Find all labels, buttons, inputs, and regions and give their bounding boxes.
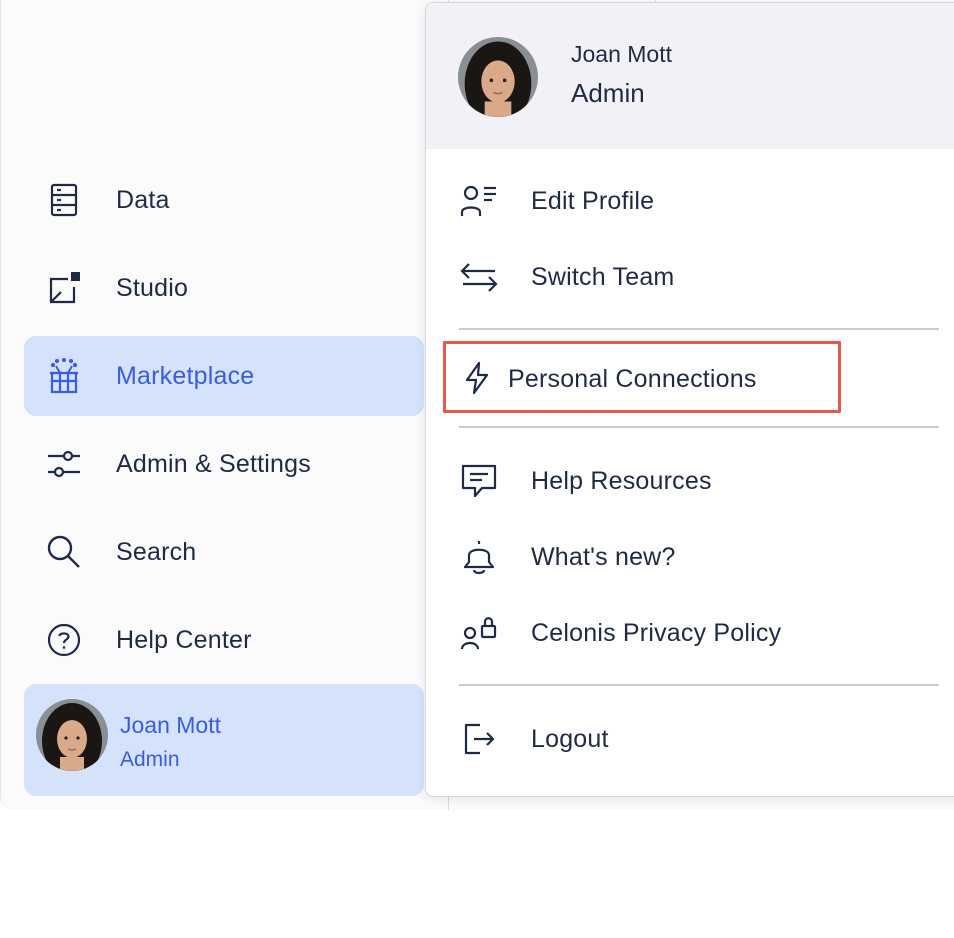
- menu-divider: [459, 426, 939, 428]
- menu-item-help-resources[interactable]: Help Resources: [459, 456, 712, 506]
- lightning-icon: [460, 361, 494, 395]
- search-icon: [46, 534, 82, 570]
- switch-arrows-icon: [459, 257, 499, 297]
- dropdown-header: Joan Mott Admin: [426, 3, 954, 149]
- menu-item-whats-new[interactable]: What's new?: [459, 532, 676, 582]
- menu-divider: [459, 328, 939, 330]
- menu-item-switch-team[interactable]: Switch Team: [459, 252, 674, 302]
- sidebar-item-label: Search: [116, 537, 197, 566]
- sidebar-item-admin-settings[interactable]: Admin & Settings: [24, 424, 424, 504]
- header-user-role: Admin: [571, 78, 645, 108]
- sidebar-item-label: Studio: [116, 273, 189, 302]
- menu-item-logout[interactable]: Logout: [459, 714, 609, 764]
- menu-divider: [459, 684, 939, 686]
- menu-item-label: Logout: [531, 724, 609, 753]
- sidebar-item-data[interactable]: Data: [24, 160, 424, 240]
- avatar: [36, 699, 108, 771]
- menu-item-label: Help Resources: [531, 466, 712, 495]
- menu-item-label: Personal Connections: [508, 365, 757, 393]
- sidebar-item-marketplace[interactable]: Marketplace: [24, 336, 424, 416]
- bell-icon: [459, 537, 499, 577]
- profile-dropdown-menu: Joan Mott Admin Edit Profile Switch Team: [425, 2, 954, 797]
- sliders-icon: [46, 446, 82, 482]
- header-user-name: Joan Mott: [571, 41, 672, 67]
- sidebar-item-label: Data: [116, 185, 170, 214]
- menu-item-label: Celonis Privacy Policy: [531, 618, 782, 647]
- logout-icon: [459, 719, 499, 759]
- edit-profile-icon: [459, 181, 499, 221]
- sidebar-item-label: Help Center: [116, 625, 252, 654]
- question-circle-icon: [46, 622, 82, 658]
- sidebar-item-help-center[interactable]: Help Center: [24, 600, 424, 680]
- menu-item-edit-profile[interactable]: Edit Profile: [459, 176, 654, 226]
- sidebar-item-label: Admin & Settings: [116, 449, 311, 478]
- menu-item-privacy-policy[interactable]: Celonis Privacy Policy: [459, 608, 781, 658]
- menu-item-label: Switch Team: [531, 262, 675, 291]
- menu-item-label: Edit Profile: [531, 186, 655, 215]
- sidebar-user-card[interactable]: Joan Mott Admin: [24, 684, 424, 796]
- studio-icon: [46, 270, 82, 306]
- chat-bubble-icon: [459, 461, 499, 501]
- sidebar-item-studio[interactable]: Studio: [24, 248, 424, 328]
- sidebar-item-label: Marketplace: [116, 361, 255, 390]
- user-name: Joan Mott: [120, 712, 221, 738]
- database-icon: [46, 182, 82, 218]
- gift-box-icon: [46, 358, 82, 394]
- sidebar-nav: Data Studio Marketplace Admin & Settings…: [24, 160, 424, 688]
- avatar: [458, 37, 538, 117]
- menu-item-label: What's new?: [531, 542, 676, 571]
- menu-item-personal-connections[interactable]: Personal Connections: [443, 341, 841, 413]
- sidebar-item-search[interactable]: Search: [24, 512, 424, 592]
- user-role: Admin: [120, 748, 180, 771]
- user-lock-icon: [459, 613, 499, 653]
